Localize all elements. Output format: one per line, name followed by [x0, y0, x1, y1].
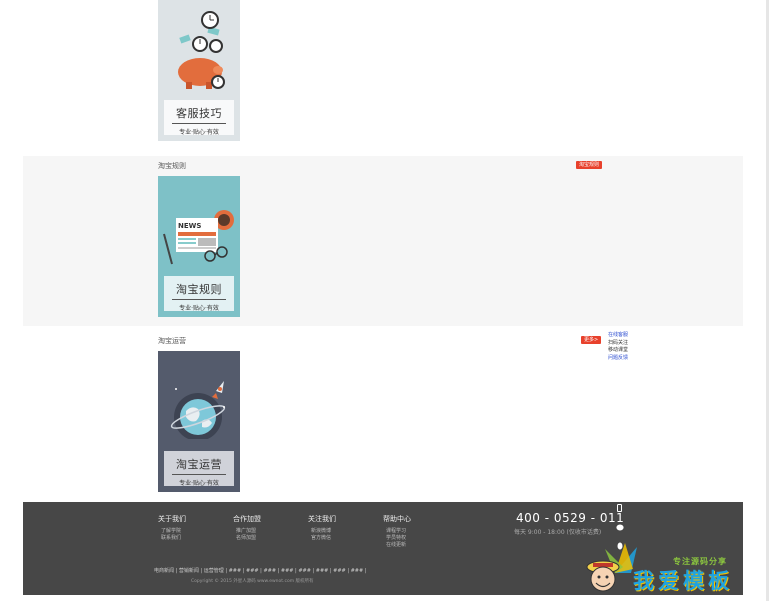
footer-bottom-links[interactable]: 电商新闻 | 营销新闻 | 运营管理 | ### | ### | ### | #…	[154, 567, 366, 574]
course-card-operation[interactable]: 淘宝运营 专业·贴心·有效	[158, 351, 240, 492]
footer-link[interactable]: 课程学习	[383, 528, 411, 535]
side-link-mobile-class[interactable]: 移动课堂	[608, 347, 628, 355]
card-label: 淘宝运营 专业·贴心·有效	[164, 451, 234, 487]
course-card-rules[interactable]: NEWS 淘宝规则 专业·贴心·有效	[158, 176, 240, 317]
card-title: 客服技巧	[176, 107, 222, 120]
wechat-icon[interactable]	[615, 521, 624, 533]
side-link-scan-follow[interactable]: 扫码关注	[608, 340, 628, 348]
copyright-text: Copyright © 2015 外星人源码 www.ewnot.com 版权所…	[191, 579, 314, 584]
section-title: 淘宝运营	[158, 337, 186, 345]
card-title: 淘宝运营	[176, 458, 222, 471]
footer-column-about: 关于我们 了解学院 联系我们	[158, 514, 186, 542]
globe-rocket-icon	[170, 381, 226, 439]
hotline-number: 400 - 0529 - 011	[516, 511, 625, 525]
card-divider	[172, 299, 226, 300]
mobile-icon[interactable]	[615, 502, 624, 514]
watermark-brand: 我爱模板	[633, 569, 733, 593]
card-subtitle: 专业·贴心·有效	[179, 305, 219, 312]
newspaper-coffee-icon: NEWS	[163, 210, 234, 265]
footer-column-help: 帮助中心 课程学习 学员特权 在线更新	[383, 514, 411, 549]
footer-column-follow: 关注我们 新浪微博 官方微信	[308, 514, 336, 542]
more-button[interactable]: 淘宝规则	[576, 161, 603, 169]
svg-text:NEWS: NEWS	[178, 222, 201, 230]
card-label: 客服技巧 专业·贴心·有效	[164, 100, 234, 136]
side-link-online-service[interactable]: 在线客服	[608, 332, 628, 340]
footer-column-title: 合作加盟	[233, 515, 261, 523]
card-title: 淘宝规则	[176, 283, 222, 296]
footer-column-title: 关注我们	[308, 515, 336, 523]
watermark-mascot-icon	[586, 543, 637, 592]
card-divider	[172, 474, 226, 475]
side-link-feedback[interactable]: 问题反馈	[608, 355, 628, 363]
card-divider	[172, 123, 226, 124]
footer-link[interactable]: 在线更新	[383, 542, 411, 549]
card-subtitle: 专业·贴心·有效	[179, 129, 219, 136]
more-button[interactable]: 更多>	[581, 336, 602, 344]
footer-column-partner: 合作加盟 推广加盟 名师加盟	[233, 514, 261, 542]
footer-link[interactable]: 新浪微博	[308, 528, 336, 535]
footer-link[interactable]: 联系我们	[158, 535, 186, 542]
piggy-bank-clock-icon	[178, 11, 225, 89]
watermark-logo: 专注源码分享 我爱模板	[585, 535, 771, 601]
card-subtitle: 专业·贴心·有效	[179, 480, 219, 487]
footer-column-title: 关于我们	[158, 515, 186, 523]
footer-link[interactable]: 官方微信	[308, 535, 336, 542]
section-band-rules	[23, 156, 743, 326]
card-label: 淘宝规则 专业·贴心·有效	[164, 276, 234, 312]
section-title: 淘宝规则	[158, 162, 186, 170]
footer-link[interactable]: 推广加盟	[233, 528, 261, 535]
footer-link[interactable]: 学员特权	[383, 535, 411, 542]
footer-link[interactable]: 了解学院	[158, 528, 186, 535]
page-scrollbar[interactable]	[766, 0, 769, 601]
footer-column-title: 帮助中心	[383, 515, 411, 523]
course-card-kefu[interactable]: 客服技巧 专业·贴心·有效	[158, 0, 240, 141]
footer-link[interactable]: 名师加盟	[233, 535, 261, 542]
floating-side-links: 在线客服 扫码关注 移动课堂 问题反馈	[608, 332, 628, 362]
